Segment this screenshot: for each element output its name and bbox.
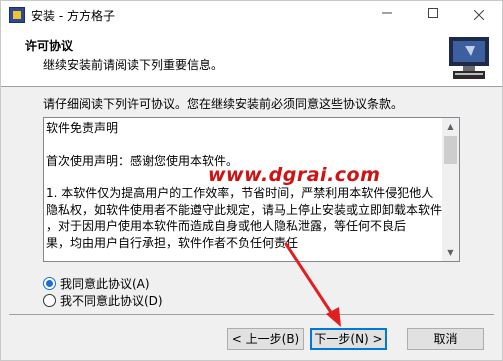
decline-label: 我不同意此协议(D) [60, 293, 163, 308]
scroll-up-icon[interactable]: ▲ [442, 118, 459, 135]
minimize-button[interactable] [364, 1, 410, 28]
window-title: 安装 - 方方格子 [31, 9, 115, 23]
footer-divider [9, 314, 494, 315]
next-button[interactable]: 下一步(N) > [310, 328, 387, 350]
minimize-icon [382, 12, 392, 14]
license-line: 隐私权，如软件使用者不能遵守此规定，请马上停止安装或立即卸载本软件 [46, 202, 443, 217]
installer-computer-icon [445, 34, 493, 82]
license-line: 1. 本软件仅为提高用户的工作效率，节省时间，严禁利用本软件侵犯他人 [46, 186, 434, 200]
scroll-thumb[interactable] [444, 136, 457, 164]
license-line: ，对于因用户使用本软件而造成自身或他人隐私泄露，等任何不良后 [46, 219, 407, 233]
accept-option[interactable]: 我同意此协议(A) [43, 275, 150, 291]
license-textbox[interactable]: 软件免责声明 首次使用声明：感谢您使用本软件。 1. 本软件仅为提高用户的工作效… [43, 117, 460, 262]
maximize-button[interactable] [410, 1, 456, 28]
maximize-icon [428, 8, 438, 18]
page-subtitle: 继续安装前请阅读下列重要信息。 [43, 58, 224, 72]
close-button[interactable] [456, 1, 502, 28]
license-instructions: 请仔细阅读下列许可协议。您在继续安装前必须同意这些协议条款。 [43, 97, 404, 111]
license-blank-line [46, 137, 441, 153]
installer-window: 安装 - 方方格子 许可协议 继续安装前请阅读下列重要信息。 请仔细阅读下列许可… [0, 0, 503, 361]
back-button[interactable]: < 上一步(B) [227, 328, 304, 350]
accept-label: 我同意此协议(A) [60, 276, 150, 291]
license-scrollbar[interactable]: ▲ ▼ [442, 118, 459, 261]
scroll-down-icon[interactable]: ▼ [442, 244, 459, 261]
license-line: 果，均由用户自行承担，软件作者不负任何责任 [46, 235, 299, 250]
title-bar: 安装 - 方方格子 [1, 1, 502, 28]
wizard-header: 许可协议 继续安装前请阅读下列重要信息。 [1, 28, 502, 87]
watermark: www.dgrai.com [208, 164, 381, 186]
decline-radio[interactable] [43, 293, 56, 307]
decline-option[interactable]: 我不同意此协议(D) [43, 292, 163, 308]
close-icon [473, 9, 485, 21]
page-title: 许可协议 [25, 39, 74, 53]
license-line: 软件免责声明 [46, 121, 119, 135]
accept-radio[interactable] [43, 276, 56, 290]
cancel-button[interactable]: 取消 [407, 328, 484, 350]
app-icon [9, 7, 25, 23]
